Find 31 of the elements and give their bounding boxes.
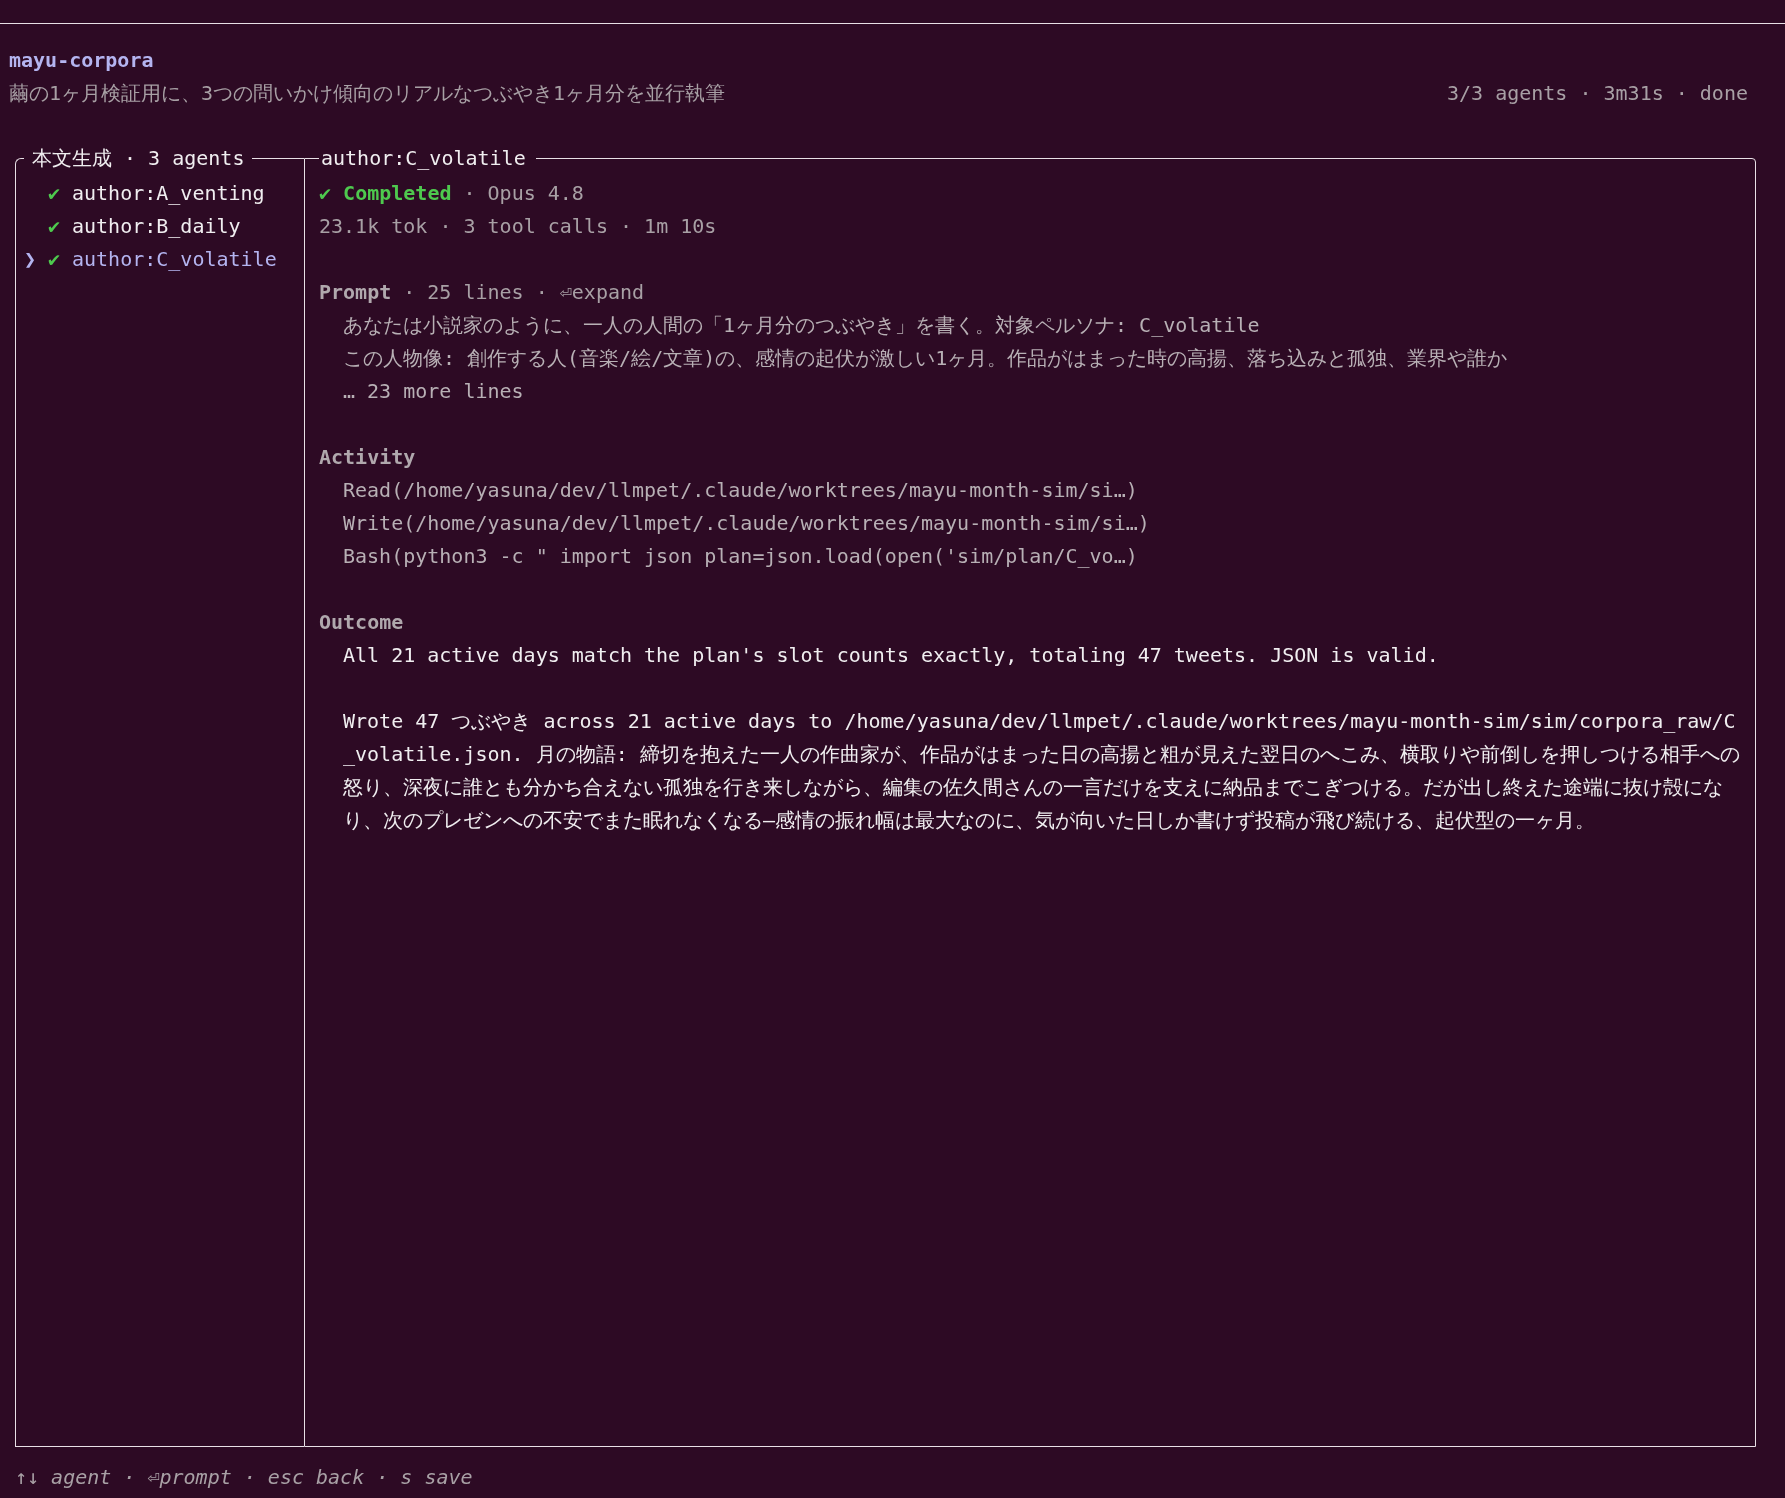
agent-item[interactable]: ✔ author:A_venting <box>24 177 296 210</box>
agent-name: author:C_volatile <box>72 246 277 273</box>
status-label: ✔ Completed <box>319 180 452 207</box>
agent-item[interactable]: ✔ author:B_daily <box>24 210 296 243</box>
check-text: ✔ <box>48 180 62 207</box>
section-heading: Activity <box>319 444 416 471</box>
app-subtitle: 繭の1ヶ月検証用に、3つの問いかけ傾向のリアルなつぶやき1ヶ月分を並行執筆 <box>9 80 726 107</box>
section-heading: Outcome <box>319 609 404 636</box>
app-title: mayu-corpora <box>9 47 155 74</box>
run-status: 3/3 agents · 3m31s · done <box>1446 80 1748 107</box>
cursor-text: ❯ <box>24 246 38 273</box>
outcome-text: Wrote 47 つぶやき across 21 active days to /home/yasuna/dev/llmpet/.claude/worktrees/mayu-month-sim/sim/corpora_raw/C_volatile.json. 月の物語: 締切を抱えた一人の作曲家が、作品がはまった日の高揚と粗が見えた翌日のへこみ、横取りや前倒しを押しつける相手への怒り、深夜に誰とも分かち合えない孤独を行き来しながら、編集の佐久間さんの一言だけを支えに納品までこぎつける。だが出し終えた途端に抜け殻になり、次のプレゼンへの不安でまた眠れなくなる—感情の振れ幅は最大なのに、気が向いた日しか書けず投稿が飛び続ける、起伏型の一ヶ月。 <box>342 708 1741 834</box>
agent-name: author:B_daily <box>72 213 241 240</box>
line-text: Write(/home/yasuna/dev/llmpet/.claude/worktrees/mayu-month-sim/si…) <box>342 510 1151 537</box>
panel-title: author:C_volatile <box>320 145 527 172</box>
line-text: この人物像: 創作する人(音楽/絵/文章)の、感情の起伏が激しい1ヶ月。作品がはまった時の高揚、落ち込みと孤独、業界や誰か <box>342 345 1509 372</box>
outcome-text: All 21 active days match the plan's slot counts exactly, totaling 47 tweets. JSON is valid. <box>342 642 1440 669</box>
line-text: Read(/home/yasuna/dev/llmpet/.claude/worktrees/mayu-month-sim/si…) <box>342 477 1139 504</box>
key-hints: ↑↓ agent · ⏎prompt · esc back · s save <box>14 1464 474 1491</box>
stats-text: 23.1k tok · 3 tool calls · 1m 10s <box>319 213 718 240</box>
check-text: ✔ <box>48 246 62 273</box>
agent-name: author:A_venting <box>72 180 265 207</box>
more-lines-text: … 23 more lines <box>342 378 525 405</box>
check-text: ✔ <box>48 213 62 240</box>
panel-title: 本文生成 · 3 agents <box>31 145 246 172</box>
line-text: Bash(python3 -c " import json plan=json.load(open('sim/plan/C_vo…) <box>342 543 1139 570</box>
agent-item[interactable]: ❯ ✔ author:C_volatile <box>24 243 296 276</box>
section-meta: · 25 lines · ⏎expand <box>403 279 645 306</box>
section-heading: Prompt <box>319 279 392 306</box>
model-text: · Opus 4.8 <box>463 180 584 207</box>
line-text: あなたは小説家のように、一人の人間の「1ヶ月分のつぶやき」を書く。対象ペルソナ: C_volatile <box>342 312 1261 339</box>
